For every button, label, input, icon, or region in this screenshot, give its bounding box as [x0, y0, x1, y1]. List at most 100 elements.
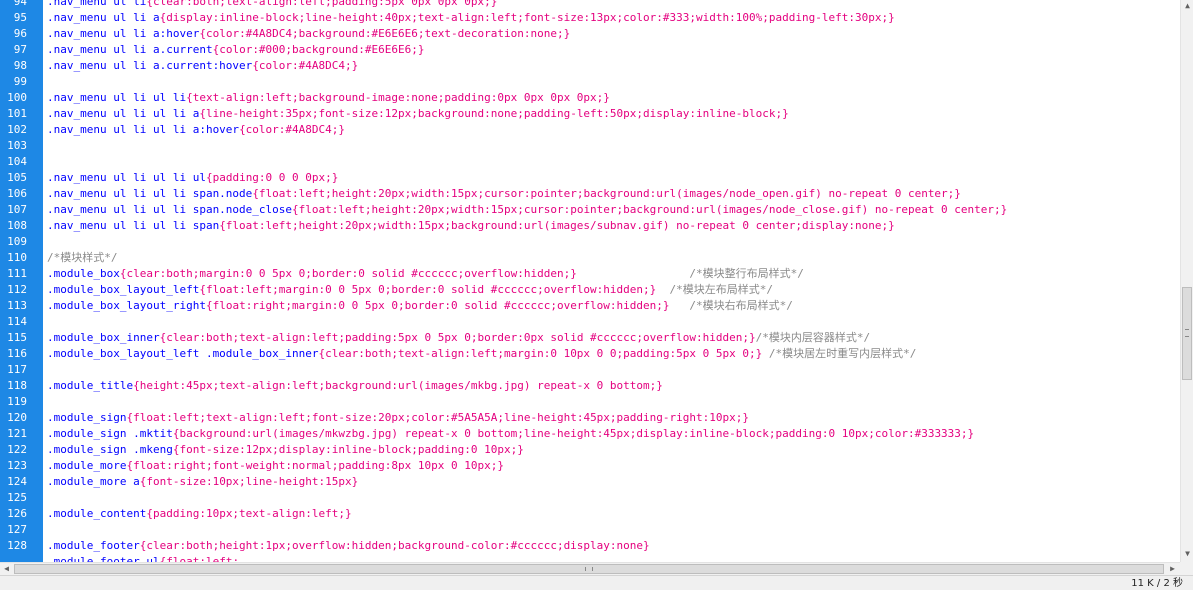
code-text: .module_more{float:right;font-weight:nor…	[47, 458, 504, 474]
css-selector: .module_box	[47, 267, 120, 280]
code-line[interactable]: 107 .nav_menu ul li ul li span.node_close…	[0, 202, 1180, 218]
line-number: 122	[7, 443, 27, 456]
css-selector: .module_box_layout_left	[47, 283, 200, 296]
line-number: 116	[7, 347, 27, 360]
line-number: 124	[7, 475, 27, 488]
css-selector: .nav_menu ul li ul li span.node	[47, 187, 253, 200]
code-text: .nav_menu ul li a{display:inline-block;l…	[47, 10, 895, 26]
line-number: 120	[7, 411, 27, 424]
css-declarations: {padding:0 0 0 0px;}	[205, 171, 339, 184]
code-line[interactable]: 122 .module_sign .mkeng{font-size:12px;di…	[0, 442, 1180, 458]
scroll-down-arrow-icon[interactable]: ▼	[1181, 548, 1193, 560]
code-line[interactable]: 101 .nav_menu ul li ul li a{line-height:3…	[0, 106, 1180, 122]
code-line[interactable]: 98 .nav_menu ul li a.current:hover{color:…	[0, 58, 1180, 74]
css-declarations: {font-size:10px;line-height:15px}	[139, 475, 359, 488]
code-text: .module_box_inner{clear:both;text-align:…	[47, 330, 870, 346]
code-line[interactable]: 109	[0, 234, 1180, 250]
css-selector: .nav_menu ul li ul li	[47, 91, 187, 104]
css-declarations: {clear:both;text-align:left;padding:5px …	[146, 0, 498, 8]
code-line[interactable]: 103	[0, 138, 1180, 154]
code-line[interactable]: .module_footer ul{float:left;	[0, 554, 1180, 562]
css-declarations: {color:#4A8DC4;}	[252, 59, 359, 72]
code-text: .nav_menu ul li ul li{text-align:left;ba…	[47, 90, 610, 106]
css-declarations: {float:left;height:20px;width:15px;curso…	[292, 203, 1008, 216]
line-number: 113	[7, 299, 27, 312]
code-text: .module_box_layout_left .module_box_inne…	[47, 346, 916, 362]
css-selector: .nav_menu ul li ul li a:hover	[47, 123, 240, 136]
css-selector: .module_sign .mktit	[47, 427, 173, 440]
code-line[interactable]: 112 .module_box_layout_left{float:left;ma…	[0, 282, 1180, 298]
vertical-scroll-thumb[interactable]	[1182, 287, 1192, 380]
css-comment: /*模块居左时重写内层样式*/	[762, 347, 917, 360]
css-selector: .module_box_layout_right	[47, 299, 206, 312]
css-selector: .module_more a	[47, 475, 140, 488]
code-line[interactable]: 108 .nav_menu ul li ul li span{float:left…	[0, 218, 1180, 234]
line-number: 94	[13, 0, 27, 8]
horizontal-scrollbar[interactable]: ◀ ▶	[0, 562, 1180, 575]
code-editor[interactable]: 94 .nav_menu ul li{clear:both;text-align:…	[0, 0, 1180, 562]
css-selector: .module_footer	[47, 539, 140, 552]
line-number: 100	[7, 91, 27, 104]
code-text: /*模块样式*/	[47, 250, 118, 266]
line-number: 114	[7, 315, 27, 328]
css-selector: .nav_menu ul li a.current	[47, 43, 213, 56]
code-text: .nav_menu ul li{clear:both;text-align:le…	[47, 0, 497, 10]
vertical-scrollbar[interactable]: ▲ ▼	[1180, 0, 1193, 562]
horizontal-scroll-thumb[interactable]	[14, 564, 1164, 574]
code-line[interactable]: 102 .nav_menu ul li ul li a:hover{color:#…	[0, 122, 1180, 138]
css-declarations: {text-align:left;background-image:none;p…	[186, 91, 610, 104]
code-line[interactable]: 99	[0, 74, 1180, 90]
code-line[interactable]: 111 .module_box{clear:both;margin:0 0 5px…	[0, 266, 1180, 282]
css-declarations: {clear:both;text-align:left;padding:5px …	[159, 331, 756, 344]
css-comment: /*模块左布局样式*/	[656, 283, 774, 296]
line-number: 128	[7, 539, 27, 552]
code-line[interactable]: 116 .module_box_layout_left .module_box_i…	[0, 346, 1180, 362]
code-line[interactable]: 115 .module_box_inner{clear:both;text-ali…	[0, 330, 1180, 346]
line-number: 102	[7, 123, 27, 136]
line-number: 108	[7, 219, 27, 232]
code-line[interactable]: 128 .module_footer{clear:both;height:1px;…	[0, 538, 1180, 554]
code-line[interactable]: 96 .nav_menu ul li a:hover{color:#4A8DC4;…	[0, 26, 1180, 42]
code-text: .nav_menu ul li ul li span.node{float:le…	[47, 186, 961, 202]
code-line[interactable]: 119	[0, 394, 1180, 410]
code-line[interactable]: 105 .nav_menu ul li ul li ul{padding:0 0 …	[0, 170, 1180, 186]
code-line[interactable]: 113 .module_box_layout_right{float:right;…	[0, 298, 1180, 314]
code-text: .module_sign .mkeng{font-size:12px;displ…	[47, 442, 524, 458]
css-declarations: {color:#000;background:#E6E6E6;}	[212, 43, 425, 56]
scroll-up-arrow-icon[interactable]: ▲	[1181, 0, 1193, 12]
code-line[interactable]: 106 .nav_menu ul li ul li span.node{float…	[0, 186, 1180, 202]
line-number: 117	[7, 363, 27, 376]
code-line[interactable]: 123 .module_more{float:right;font-weight:…	[0, 458, 1180, 474]
code-line[interactable]: 117	[0, 362, 1180, 378]
code-line[interactable]: 124 .module_more a{font-size:10px;line-he…	[0, 474, 1180, 490]
code-text: .module_box_layout_right{float:right;mar…	[47, 298, 793, 314]
code-line[interactable]: 104	[0, 154, 1180, 170]
code-line[interactable]: 127	[0, 522, 1180, 538]
code-line[interactable]: 97 .nav_menu ul li a.current{color:#000;b…	[0, 42, 1180, 58]
line-number: 127	[7, 523, 27, 536]
css-selector: .module_more	[47, 459, 127, 472]
scroll-right-arrow-icon[interactable]: ▶	[1166, 563, 1179, 575]
line-number: 104	[7, 155, 27, 168]
code-line[interactable]: 120 .module_sign{float:left;text-align:le…	[0, 410, 1180, 426]
css-declarations: {line-height:35px;font-size:12px;backgro…	[199, 107, 789, 120]
css-selector: .module_box_layout_left .module_box_inne…	[47, 347, 319, 360]
css-comment: /*模块右布局样式*/	[669, 299, 793, 312]
line-number: 106	[7, 187, 27, 200]
code-line[interactable]: 114	[0, 314, 1180, 330]
css-selector: .nav_menu ul li ul li ul	[47, 171, 206, 184]
code-line[interactable]: 125	[0, 490, 1180, 506]
css-selector: .module_sign	[47, 411, 127, 424]
code-line[interactable]: 118 .module_title{height:45px;text-align:…	[0, 378, 1180, 394]
code-line[interactable]: 126 .module_content{padding:10px;text-ali…	[0, 506, 1180, 522]
code-text: .module_box_layout_left{float:left;margi…	[47, 282, 773, 298]
code-line[interactable]: 100 .nav_menu ul li ul li{text-align:left…	[0, 90, 1180, 106]
code-line[interactable]: 94 .nav_menu ul li{clear:both;text-align:…	[0, 0, 1180, 10]
scroll-left-arrow-icon[interactable]: ◀	[0, 563, 13, 575]
code-text: .module_box{clear:both;margin:0 0 5px 0;…	[47, 266, 804, 282]
css-selector: .nav_menu ul li a	[47, 11, 160, 24]
code-line[interactable]: 110 /*模块样式*/	[0, 250, 1180, 266]
code-text: .module_title{height:45px;text-align:lef…	[47, 378, 663, 394]
code-line[interactable]: 95 .nav_menu ul li a{display:inline-block…	[0, 10, 1180, 26]
code-line[interactable]: 121 .module_sign .mktit{background:url(im…	[0, 426, 1180, 442]
